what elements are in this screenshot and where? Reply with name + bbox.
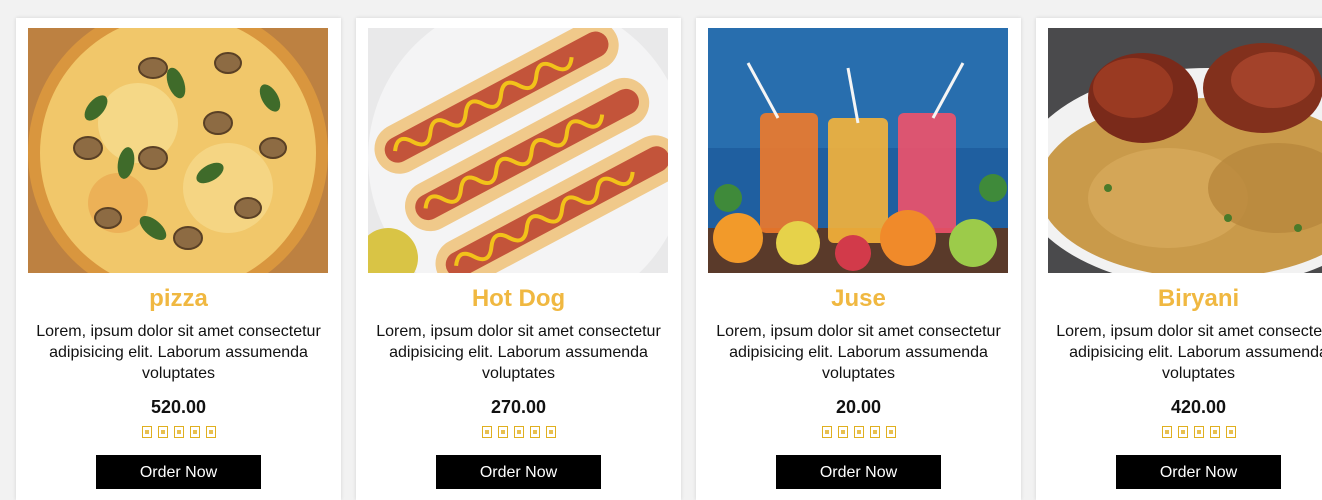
product-title: Biryani: [1157, 285, 1240, 312]
product-card-biryani: Biryani Lorem, ipsum dolor sit amet cons…: [1036, 18, 1322, 500]
star-icon: [481, 426, 492, 438]
product-price: 520.00: [150, 397, 207, 417]
order-now-button[interactable]: Order Now: [96, 455, 261, 489]
star-icon: [497, 426, 508, 438]
star-icon: [1161, 426, 1172, 438]
product-title: Juse: [831, 285, 886, 312]
star-icon: [189, 426, 200, 438]
star-icon: [157, 426, 168, 438]
product-description: Lorem, ipsum dolor sit amet consectetur …: [716, 323, 1001, 382]
star-icon: [853, 426, 864, 438]
star-icon: [837, 426, 848, 438]
product-rating: [356, 426, 681, 440]
product-card-pizza: pizza Lorem, ipsum dolor sit amet consec…: [16, 18, 341, 500]
star-icon: [869, 426, 880, 438]
product-grid: pizza Lorem, ipsum dolor sit amet consec…: [0, 0, 1322, 500]
product-price: 270.00: [490, 397, 547, 417]
product-image-juse: [708, 28, 1008, 273]
product-image-pizza: [28, 28, 328, 273]
star-icon: [821, 426, 832, 438]
product-price: 20.00: [835, 397, 882, 417]
star-icon: [173, 426, 184, 438]
star-icon: [205, 426, 216, 438]
product-image-biryani: [1048, 28, 1322, 273]
order-now-button[interactable]: Order Now: [776, 455, 941, 489]
star-icon: [1225, 426, 1236, 438]
star-icon: [885, 426, 896, 438]
order-now-button[interactable]: Order Now: [436, 455, 601, 489]
product-card-hot-dog: Hot Dog Lorem, ipsum dolor sit amet cons…: [356, 18, 681, 500]
star-icon: [513, 426, 524, 438]
star-icon: [529, 426, 540, 438]
order-now-button[interactable]: Order Now: [1116, 455, 1281, 489]
product-description: Lorem, ipsum dolor sit amet consectetur …: [1056, 323, 1322, 382]
star-icon: [1209, 426, 1220, 438]
product-rating: [696, 426, 1021, 440]
star-icon: [1193, 426, 1204, 438]
product-title: pizza: [149, 285, 208, 312]
product-title: Hot Dog: [471, 285, 566, 312]
product-description: Lorem, ipsum dolor sit amet consectetur …: [376, 323, 661, 382]
star-icon: [141, 426, 152, 438]
product-description: Lorem, ipsum dolor sit amet consectetur …: [36, 323, 321, 382]
product-card-juse: Juse Lorem, ipsum dolor sit amet consect…: [696, 18, 1021, 500]
product-rating: [1036, 426, 1322, 440]
product-rating: [16, 426, 341, 440]
star-icon: [1177, 426, 1188, 438]
star-icon: [545, 426, 556, 438]
product-image-hot-dog: [368, 28, 668, 273]
product-price: 420.00: [1170, 397, 1227, 417]
